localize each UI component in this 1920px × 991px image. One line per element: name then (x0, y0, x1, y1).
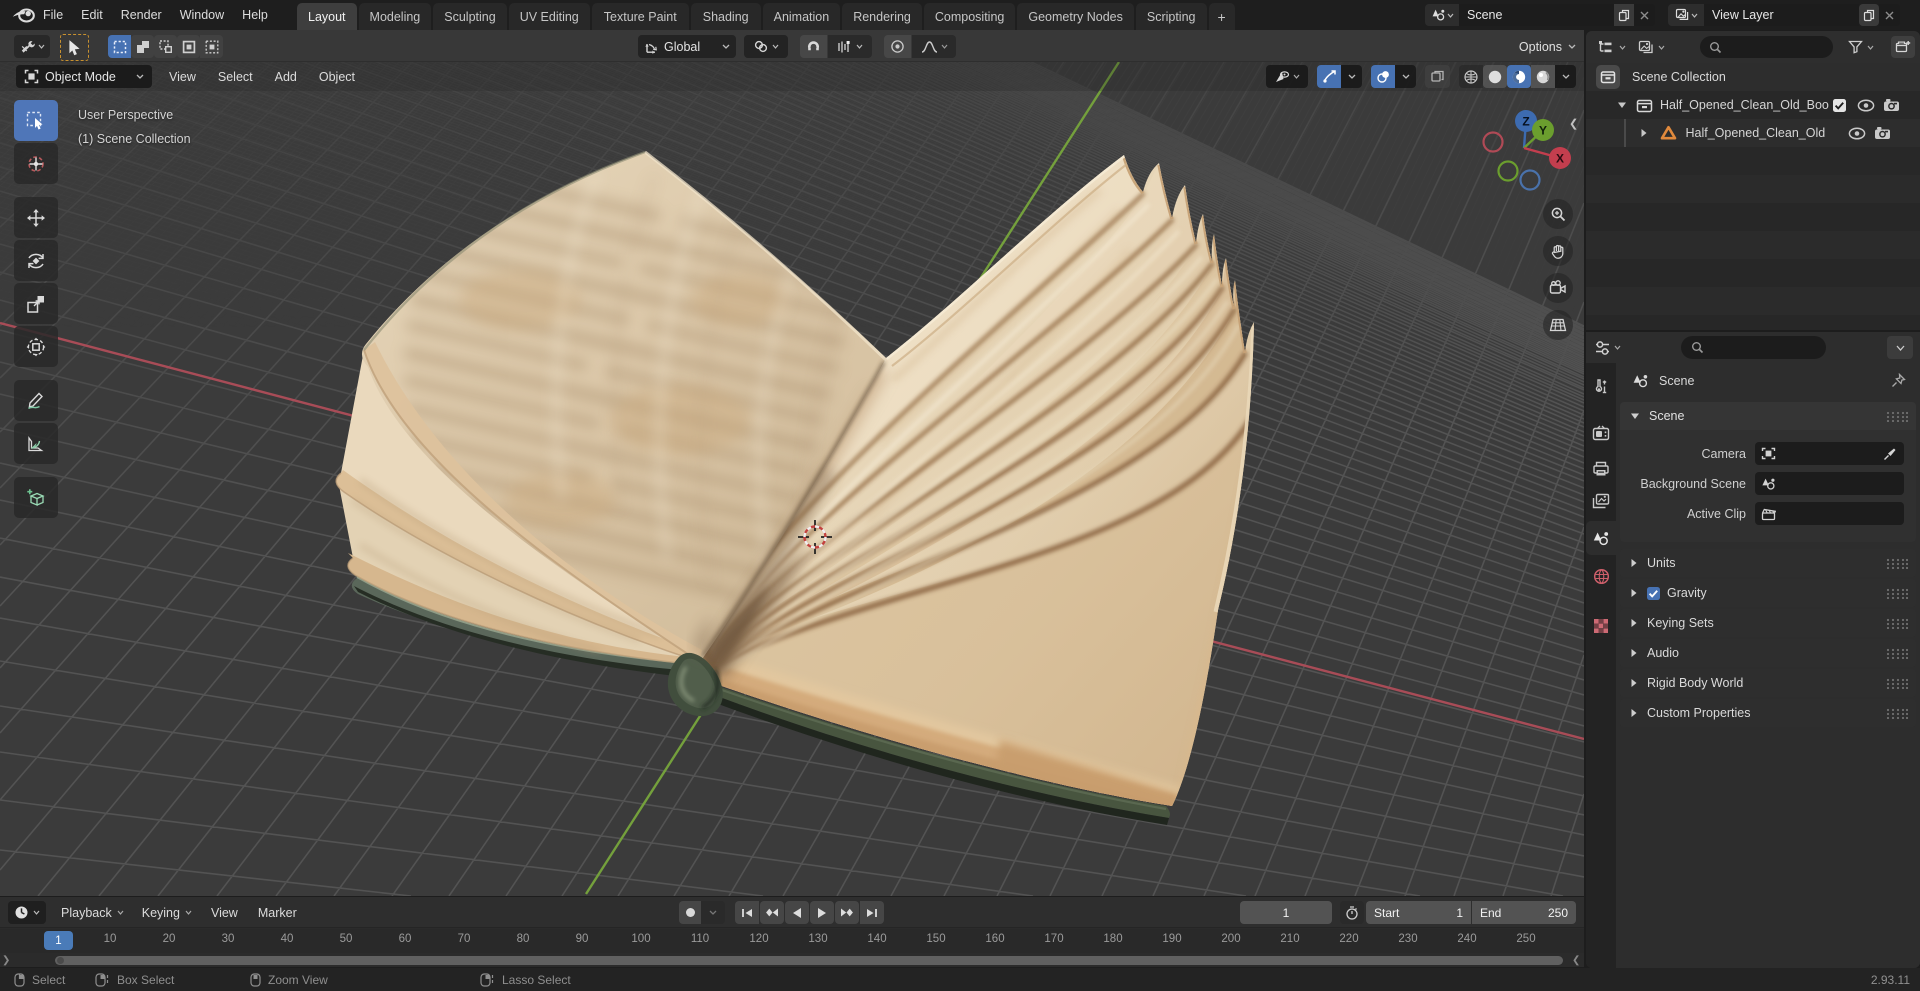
svg-text:Y: Y (1539, 124, 1547, 138)
svg-text:X: X (1556, 152, 1564, 166)
svg-text:Z: Z (1522, 115, 1529, 129)
